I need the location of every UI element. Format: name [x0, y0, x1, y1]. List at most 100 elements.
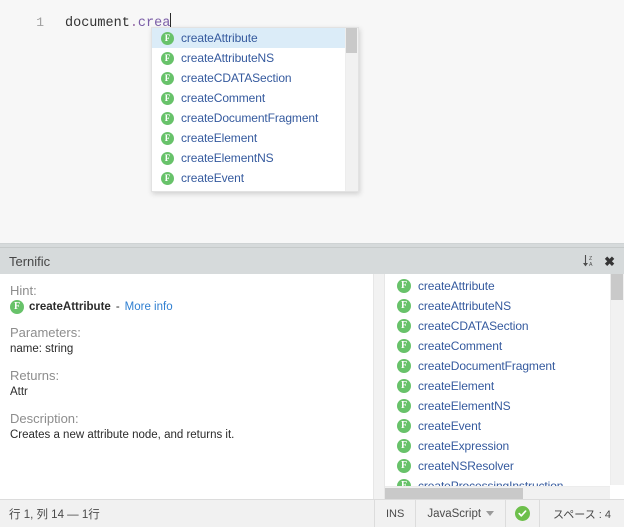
list-item[interactable]: FcreateComment	[385, 336, 599, 356]
list-item-label: createExpression	[418, 439, 510, 453]
list-item-label: createNSResolver	[418, 459, 514, 473]
function-badge-icon: F	[397, 359, 411, 373]
autocomplete-item-label: createEvent	[181, 171, 244, 185]
hint-signature-row: F createAttribute - More info	[10, 300, 363, 314]
insert-mode-status[interactable]: INS	[374, 500, 415, 527]
autocomplete-item[interactable]: FcreateElement	[152, 128, 346, 148]
function-badge-icon: F	[397, 419, 411, 433]
list-item[interactable]: FcreateNSResolver	[385, 456, 599, 476]
autocomplete-item[interactable]: FcreateComment	[152, 88, 346, 108]
cursor-position-status[interactable]: 行 1, 列 14 — 1行	[0, 506, 100, 522]
sort-descending-icon[interactable]: Z A	[582, 254, 595, 268]
ternific-panel: Ternific Z A ✖ Hint: F createAttribute -…	[0, 248, 624, 499]
language-selector[interactable]: JavaScript	[415, 500, 505, 527]
status-bar: 行 1, 列 14 — 1行 INS JavaScript スペース : 4	[0, 499, 624, 527]
autocomplete-scrollbar[interactable]	[345, 28, 358, 191]
lint-status-button[interactable]	[505, 500, 539, 527]
completion-list-pane[interactable]: FcreateAttribute FcreateAttributeNS Fcreat…	[385, 274, 624, 499]
function-badge-icon: F	[161, 91, 174, 105]
autocomplete-item-label: createElement	[181, 131, 258, 145]
code-token-dot: .	[129, 16, 138, 31]
close-icon[interactable]: ✖	[604, 255, 615, 268]
function-badge-icon: F	[397, 299, 411, 313]
completion-list[interactable]: FcreateAttribute FcreateAttributeNS Fcreat…	[385, 276, 599, 487]
list-item-label: createComment	[418, 339, 503, 353]
panel-header-tools: Z A ✖	[582, 254, 624, 268]
autocomplete-item-label: createComment	[181, 91, 266, 105]
autocomplete-item-label: createCDATASection	[181, 71, 292, 85]
list-item[interactable]: FcreateDocumentFragment	[385, 356, 599, 376]
hint-label: Hint:	[10, 283, 37, 298]
completion-list-hscrollbar[interactable]	[385, 486, 610, 499]
autocomplete-item[interactable]: FcreateAttribute	[152, 28, 346, 48]
function-badge-icon: F	[397, 459, 411, 473]
indentation-status[interactable]: スペース : 4	[539, 500, 624, 527]
function-badge-icon: F	[161, 71, 174, 85]
description-label: Description:	[10, 411, 79, 426]
returns-label: Returns:	[10, 368, 60, 383]
list-item[interactable]: FcreateElementNS	[385, 396, 599, 416]
autocomplete-item[interactable]: FcreateElementNS	[152, 148, 346, 168]
autocomplete-item-label: createAttributeNS	[181, 51, 275, 65]
list-item-label: createAttributeNS	[418, 299, 512, 313]
autocomplete-dropdown[interactable]: FcreateAttribute FcreateAttributeNS Fcreat…	[151, 27, 359, 192]
list-item[interactable]: FcreateElement	[385, 376, 599, 396]
autocomplete-item-label: createElementNS	[181, 151, 274, 165]
autocomplete-item-label: createDocumentFragment	[181, 111, 319, 125]
function-badge-icon: F	[161, 151, 174, 165]
svg-text:A: A	[589, 262, 593, 268]
list-item[interactable]: FcreateExpression	[385, 436, 599, 456]
panel-body: Hint: F createAttribute - More info Para…	[0, 274, 624, 499]
language-label: JavaScript	[427, 507, 482, 520]
completion-list-vscrollbar[interactable]	[610, 274, 624, 485]
status-bar-right-group: INS JavaScript スペース : 4	[374, 500, 624, 527]
vertical-pane-splitter[interactable]	[373, 274, 385, 499]
more-info-link[interactable]: More info	[125, 301, 173, 313]
autocomplete-item[interactable]: FcreateEvent	[152, 168, 346, 188]
returns-value: Attr	[10, 386, 28, 398]
list-item-label: createElement	[418, 379, 495, 393]
function-badge-icon: F	[397, 319, 411, 333]
function-badge-icon: F	[10, 300, 24, 314]
parameters-value: name: string	[10, 343, 74, 355]
hint-function-name: createAttribute	[29, 301, 111, 313]
list-item[interactable]: FcreateAttributeNS	[385, 296, 599, 316]
parameters-label: Parameters:	[10, 325, 81, 340]
function-badge-icon: F	[161, 111, 174, 125]
code-line-1[interactable]: 1 document.crea	[0, 12, 172, 32]
function-badge-icon: F	[397, 399, 411, 413]
list-item-label: createEvent	[418, 419, 481, 433]
list-item-label: createDocumentFragment	[418, 359, 556, 373]
list-item[interactable]: FcreateAttribute	[385, 276, 599, 296]
list-item[interactable]: FcreateEvent	[385, 416, 599, 436]
autocomplete-item-label: createAttribute	[181, 31, 258, 45]
autocomplete-list[interactable]: FcreateAttribute FcreateAttributeNS Fcreat…	[152, 28, 346, 191]
list-item-label: createCDATASection	[418, 319, 529, 333]
code-editor-area[interactable]: 1 document.crea FcreateAttribute FcreateA…	[0, 0, 624, 244]
function-badge-icon: F	[161, 51, 174, 65]
completion-list-hscrollbar-thumb[interactable]	[385, 488, 523, 499]
autocomplete-item[interactable]: FcreateCDATASection	[152, 68, 346, 88]
completion-list-vscrollbar-thumb[interactable]	[611, 274, 623, 300]
function-badge-icon: F	[161, 31, 174, 45]
function-badge-icon: F	[161, 131, 174, 145]
line-number-gutter: 1	[36, 14, 44, 30]
function-badge-icon: F	[397, 379, 411, 393]
hint-pane: Hint: F createAttribute - More info Para…	[0, 274, 373, 499]
function-badge-icon: F	[161, 171, 174, 185]
function-badge-icon: F	[397, 279, 411, 293]
function-badge-icon: F	[397, 439, 411, 453]
description-value: Creates a new attribute node, and return…	[10, 429, 235, 441]
list-item[interactable]: FcreateCDATASection	[385, 316, 599, 336]
autocomplete-scrollbar-thumb[interactable]	[346, 28, 357, 53]
panel-header: Ternific Z A ✖	[0, 248, 624, 274]
autocomplete-item[interactable]: FcreateAttributeNS	[152, 48, 346, 68]
chevron-down-icon	[486, 511, 495, 516]
hint-separator: -	[115, 301, 120, 313]
list-item-label: createAttribute	[418, 279, 495, 293]
list-item-label: createElementNS	[418, 399, 511, 413]
check-circle-icon	[515, 506, 531, 521]
autocomplete-item[interactable]: FcreateDocumentFragment	[152, 108, 346, 128]
code-token-object: document	[65, 16, 130, 31]
panel-title: Ternific	[9, 253, 51, 269]
